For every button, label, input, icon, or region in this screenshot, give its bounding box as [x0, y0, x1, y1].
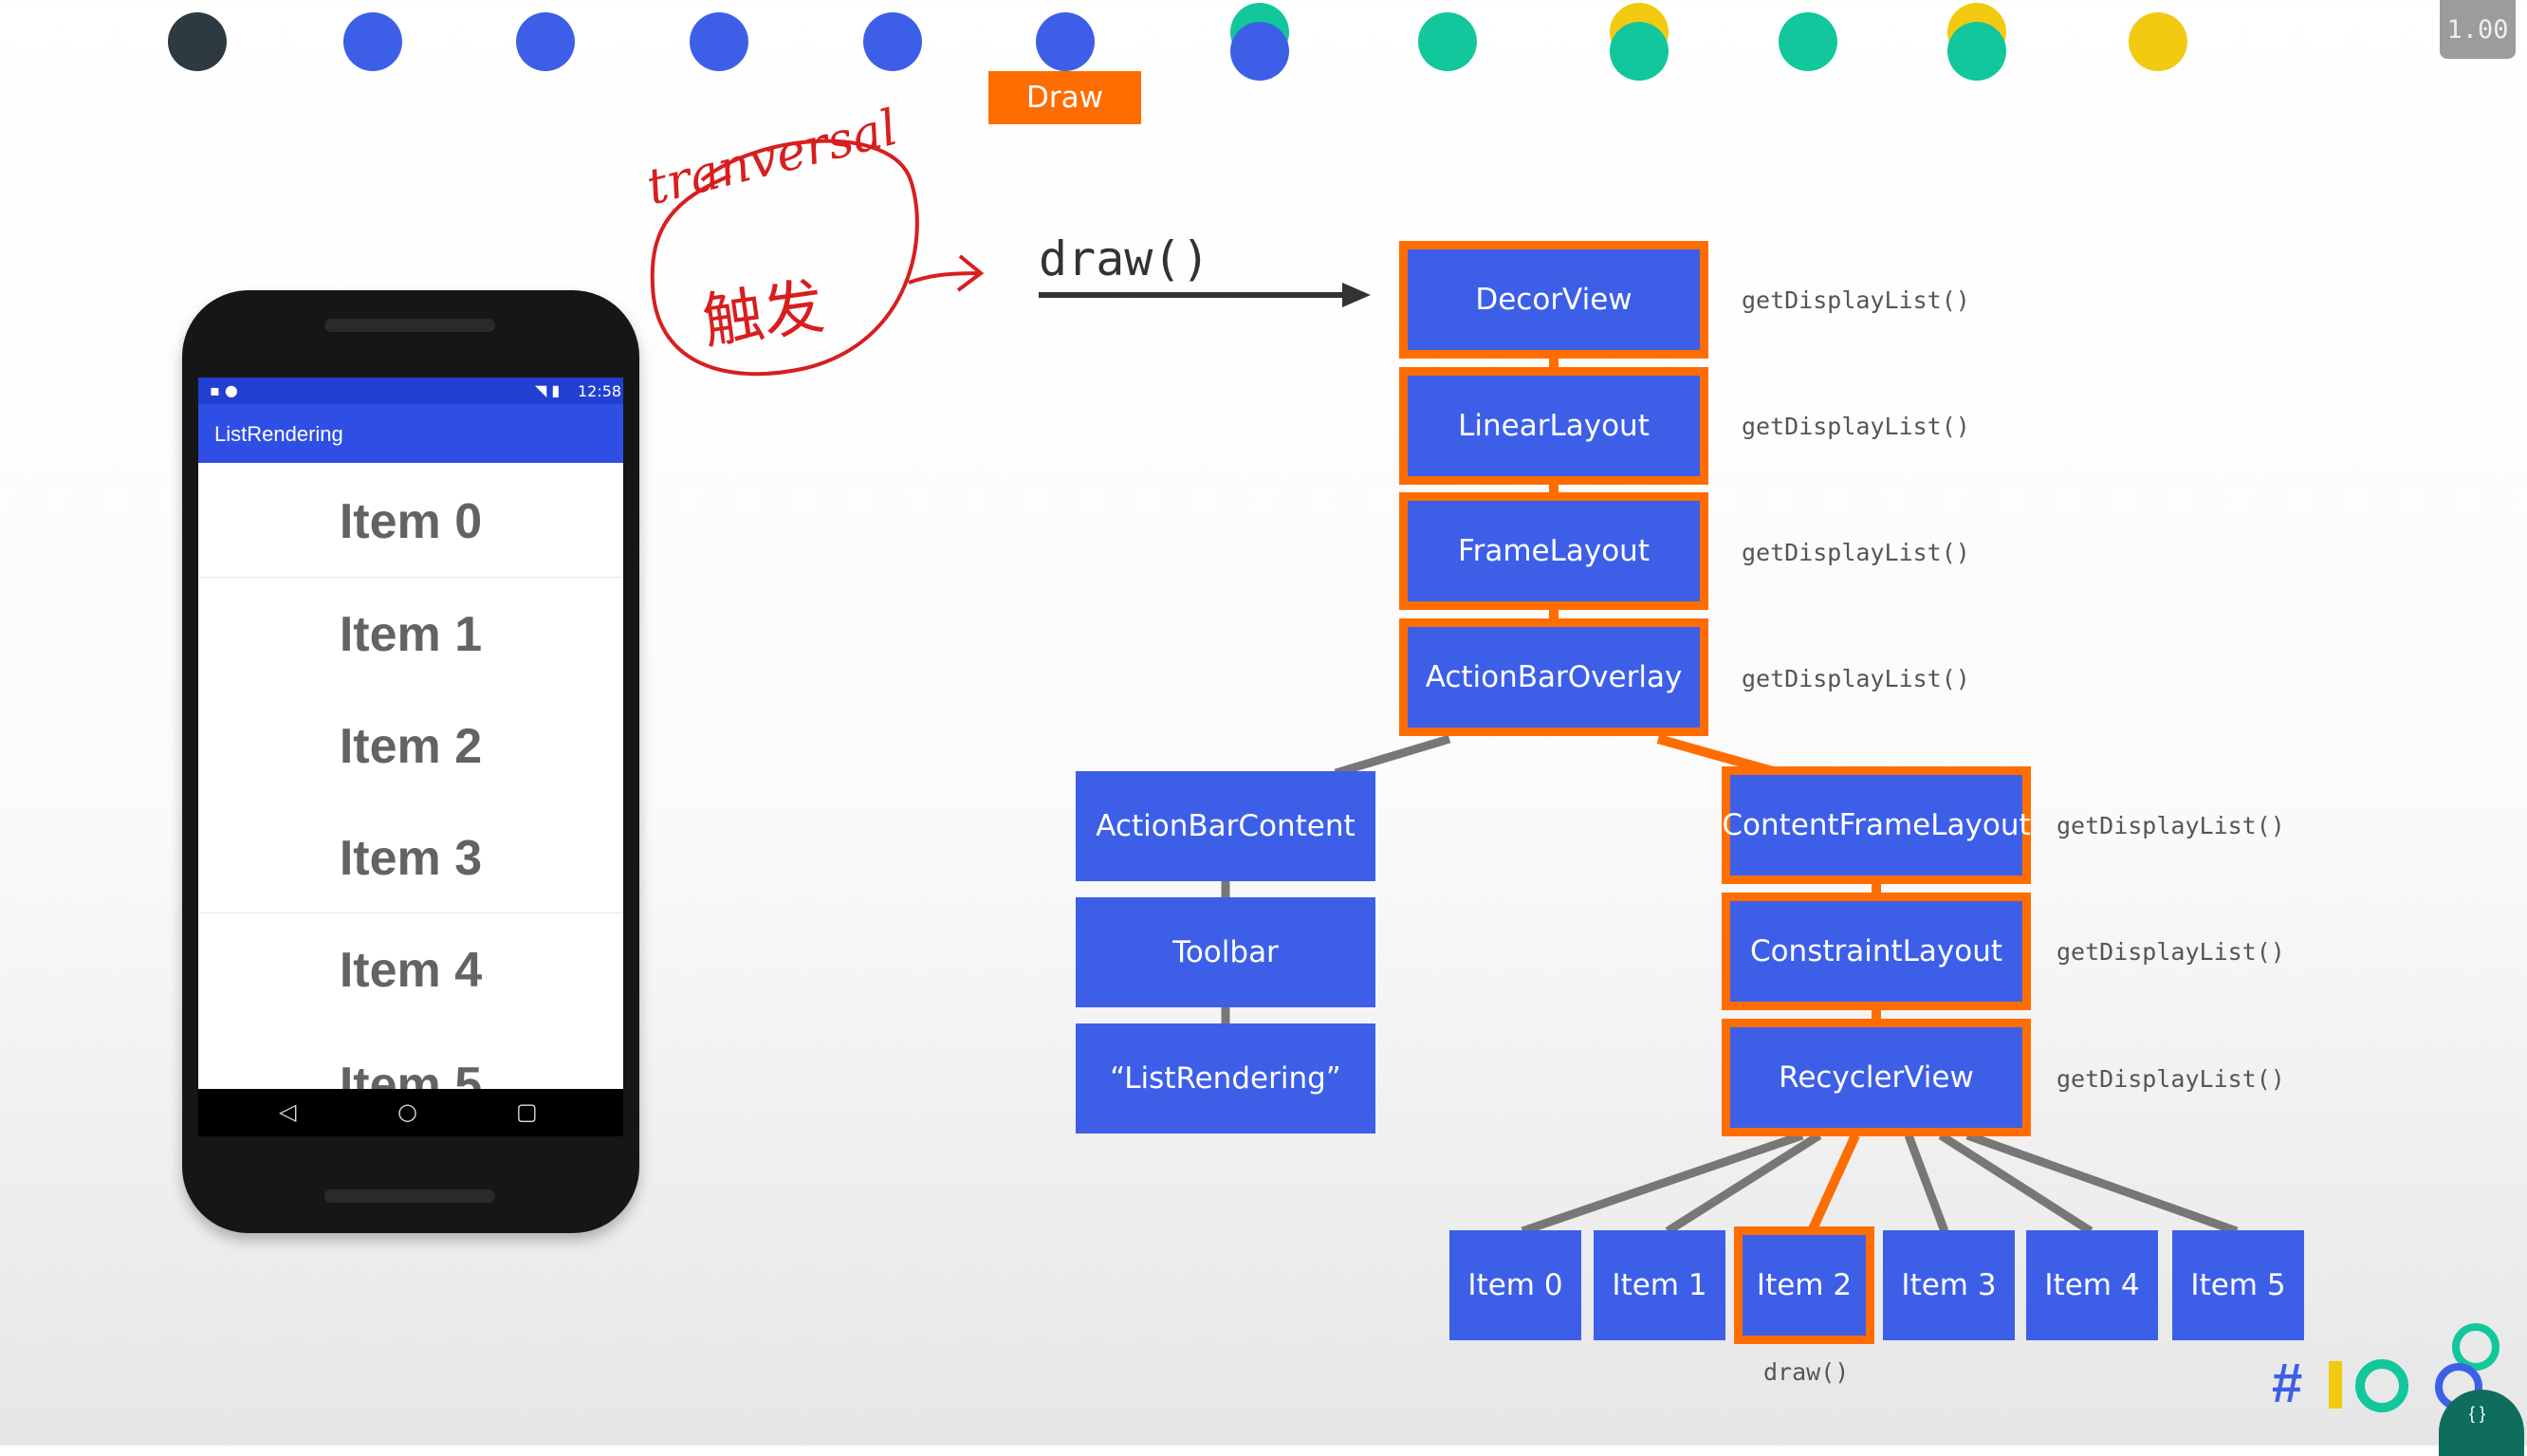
list-divider	[198, 912, 623, 913]
phone-screen: ▪ ● ◥ ▮ 12:58 ListRendering Item 0 Item …	[198, 378, 623, 1136]
list-divider	[198, 577, 623, 578]
node-label: Item 1	[1612, 1268, 1707, 1302]
node-frame-layout[interactable]: FrameLayout	[1399, 492, 1708, 610]
phone-list-item-4[interactable]: Item 4	[198, 942, 623, 999]
status-left-icons: ▪ ●	[210, 381, 238, 399]
node-linear-layout[interactable]: LinearLayout	[1399, 367, 1708, 485]
status-time: 12:58	[578, 382, 622, 400]
logo-bar	[2329, 1361, 2342, 1409]
node-item-3[interactable]: Item 3	[1883, 1230, 2015, 1340]
node-label: “ListRendering”	[1110, 1061, 1341, 1096]
node-label: Item 0	[1467, 1268, 1563, 1302]
hash-glyph: #	[2272, 1353, 2303, 1414]
node-label: RecyclerView	[1779, 1060, 1974, 1095]
item-draw-label: draw()	[1763, 1358, 1850, 1386]
node-label: ActionBarContent	[1096, 809, 1356, 843]
node-list-rendering[interactable]: “ListRendering”	[1076, 1023, 1375, 1133]
node-label: ActionBarOverlay	[1425, 660, 1683, 694]
nav-bar: ◁ ○ ▢	[198, 1089, 623, 1136]
braces-glyph: { }	[2469, 1404, 2486, 1423]
node-label: ContentFrameLayout	[1722, 808, 2031, 842]
node-label: ConstraintLayout	[1749, 934, 2003, 968]
node-action-bar-content[interactable]: ActionBarContent	[1076, 771, 1375, 881]
node-toolbar[interactable]: Toolbar	[1076, 897, 1375, 1007]
nav-home-icon[interactable]: ○	[397, 1098, 417, 1125]
app-title: ListRendering	[214, 422, 343, 446]
node-item-2[interactable]: Item 2	[1734, 1226, 1874, 1344]
phone-mockup: ▪ ● ◥ ▮ 12:58 ListRendering Item 0 Item …	[182, 290, 639, 1233]
phone-list-item-3[interactable]: Item 3	[198, 830, 623, 887]
node-item-1[interactable]: Item 1	[1594, 1230, 1725, 1340]
nav-back-icon[interactable]: ◁	[279, 1098, 296, 1125]
node-label: Item 4	[2044, 1268, 2140, 1302]
node-label: FrameLayout	[1458, 534, 1650, 568]
node-recycler-view[interactable]: RecyclerView	[1722, 1019, 2031, 1136]
get-display-list-label: getDisplayList()	[1742, 539, 1970, 566]
phone-chin-bar	[324, 1189, 495, 1203]
node-item-0[interactable]: Item 0	[1449, 1230, 1581, 1340]
node-label: Item 3	[1901, 1268, 1997, 1302]
phone-list-item-2[interactable]: Item 2	[198, 718, 623, 775]
get-display-list-label: getDisplayList()	[2057, 812, 2285, 839]
get-display-list-label: getDisplayList()	[2057, 938, 2285, 966]
node-label: LinearLayout	[1458, 409, 1650, 443]
get-display-list-label: getDisplayList()	[2057, 1065, 2285, 1093]
node-action-bar-overlay[interactable]: ActionBarOverlay	[1399, 618, 1708, 736]
get-display-list-label: getDisplayList()	[1742, 286, 1970, 314]
node-label: Item 2	[1756, 1268, 1853, 1302]
app-bar: ListRendering	[198, 404, 623, 463]
node-decor-view[interactable]: DecorView	[1399, 241, 1708, 359]
phone-list-item-0[interactable]: Item 0	[198, 493, 623, 550]
node-label: Toolbar	[1172, 935, 1279, 969]
nav-recents-icon[interactable]: ▢	[516, 1098, 538, 1125]
node-content-frame-layout[interactable]: ContentFrameLayout	[1722, 766, 2031, 884]
io19-logo: # { }	[2272, 1323, 2527, 1456]
node-label: Item 5	[2190, 1268, 2286, 1302]
phone-speaker	[324, 319, 495, 332]
status-bar: ▪ ● ◥ ▮ 12:58	[198, 378, 623, 404]
logo-ring	[2355, 1359, 2408, 1412]
node-item-4[interactable]: Item 4	[2026, 1230, 2158, 1340]
phone-list-item-1[interactable]: Item 1	[198, 606, 623, 663]
get-display-list-label: getDisplayList()	[1742, 413, 1970, 440]
get-display-list-label: getDisplayList()	[1742, 665, 1970, 692]
node-label: DecorView	[1475, 283, 1632, 317]
node-constraint-layout[interactable]: ConstraintLayout	[1722, 893, 2031, 1010]
status-signal-icon: ◥ ▮	[535, 381, 561, 399]
